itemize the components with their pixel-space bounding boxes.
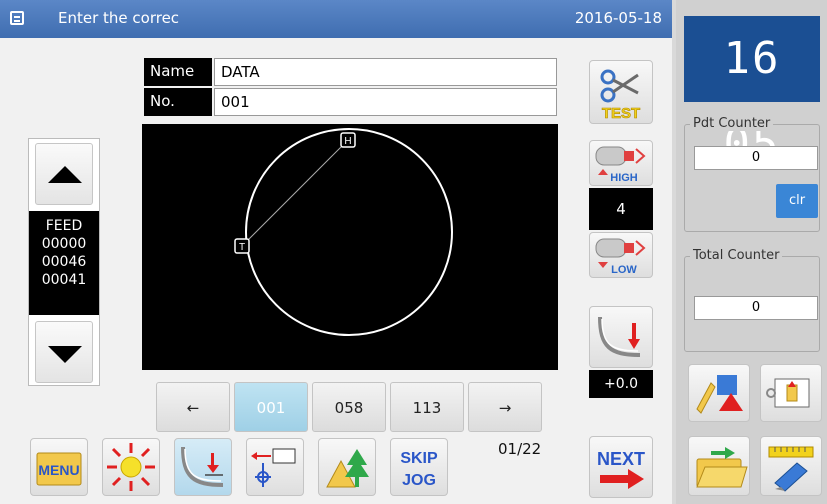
feed-label: FEED: [45, 218, 83, 234]
page-indicator: 01/22: [498, 440, 542, 458]
menu-button[interactable]: MENU: [30, 438, 88, 496]
bobbin-icon: [766, 378, 810, 408]
arrow-up-icon: [48, 166, 82, 183]
test-label: TEST: [602, 105, 640, 122]
speed-low-button[interactable]: LOW: [589, 232, 653, 278]
move-point-icon: [251, 448, 296, 487]
next-button[interactable]: NEXT: [589, 436, 653, 498]
next-label: NEXT: [597, 449, 645, 469]
skip-jog-icon: SKIP JOG: [400, 450, 438, 489]
move-button[interactable]: [246, 438, 304, 496]
total-counter-value: 0: [694, 296, 818, 320]
next-arrow-icon: NEXT: [597, 449, 645, 489]
menu-folder-icon: MENU: [36, 452, 82, 486]
speed-down-icon: LOW: [595, 238, 646, 276]
scroll-down-button[interactable]: [35, 321, 93, 383]
home-marker-label: H: [344, 136, 351, 147]
date-display: 2016-05-18: [574, 9, 662, 27]
page-next-button[interactable]: →: [468, 382, 542, 432]
skip-label: SKIP: [400, 450, 438, 467]
needle-curve-icon: [598, 316, 641, 357]
sun-origin-icon: [107, 443, 155, 491]
speed-up-icon: HIGH: [595, 146, 646, 184]
page-prev-button[interactable]: ←: [156, 382, 230, 432]
tree-pattern-icon: [326, 449, 369, 488]
measure-button[interactable]: [760, 436, 822, 496]
window-icon: [10, 11, 24, 25]
circle-path: [245, 128, 453, 336]
folder-open-icon: [696, 447, 748, 488]
scroll-up-button[interactable]: [35, 143, 93, 205]
pdt-counter-label: Pdt Counter: [690, 116, 774, 131]
needle-position-button[interactable]: [174, 438, 232, 496]
feed-panel: FEED 00000 00046 00041: [28, 138, 100, 386]
speed-high-button[interactable]: HIGH: [589, 140, 653, 186]
scissors-icon: TEST: [600, 69, 640, 122]
pdt-counter-value: 0: [694, 146, 818, 170]
jog-label: JOG: [402, 472, 436, 489]
page-item-selected[interactable]: 001: [234, 382, 308, 432]
feed-line: [241, 139, 349, 247]
open-file-button[interactable]: [688, 436, 750, 496]
menu-label: MENU: [38, 462, 79, 478]
ruler-icon: [768, 446, 814, 492]
no-label: No.: [144, 88, 212, 116]
start-marker-label: T: [239, 242, 245, 253]
pattern-preview: H T: [234, 128, 453, 336]
status-message: Enter the correc: [58, 9, 180, 27]
name-label: Name: [144, 58, 212, 86]
page-item[interactable]: 058: [312, 382, 386, 432]
shape-tools-button[interactable]: [688, 364, 750, 422]
origin-button[interactable]: [102, 438, 160, 496]
skip-jog-button[interactable]: SKIP JOG: [390, 438, 448, 496]
name-field[interactable]: DATA: [214, 58, 557, 86]
pattern-canvas[interactable]: H T: [142, 124, 558, 370]
feed-value: 00046: [41, 254, 87, 270]
page-item[interactable]: 113: [390, 382, 464, 432]
arrow-down-icon: [48, 346, 82, 363]
pattern-edit-button[interactable]: [318, 438, 376, 496]
no-field[interactable]: 001: [214, 88, 557, 116]
shapes-icon: [696, 375, 743, 414]
speed-low-label: LOW: [611, 264, 637, 276]
feed-display: FEED 00000 00046 00041: [29, 211, 99, 315]
offset-value: +0.0: [589, 370, 653, 398]
needle-offset-button[interactable]: [589, 306, 653, 368]
title-bar: Enter the correc 2016-05-18: [0, 0, 672, 38]
clear-counter-button[interactable]: clr: [776, 184, 818, 218]
feed-value: 00041: [41, 272, 87, 288]
total-counter-label: Total Counter: [690, 248, 783, 263]
needle-position-icon: [181, 446, 224, 487]
test-button[interactable]: TEST: [589, 60, 653, 124]
bobbin-button[interactable]: [760, 364, 822, 422]
speed-value: 4: [589, 188, 653, 230]
clock-display: 16 05: [684, 16, 820, 170]
speed-high-label: HIGH: [610, 172, 638, 184]
feed-value: 00000: [41, 236, 87, 252]
